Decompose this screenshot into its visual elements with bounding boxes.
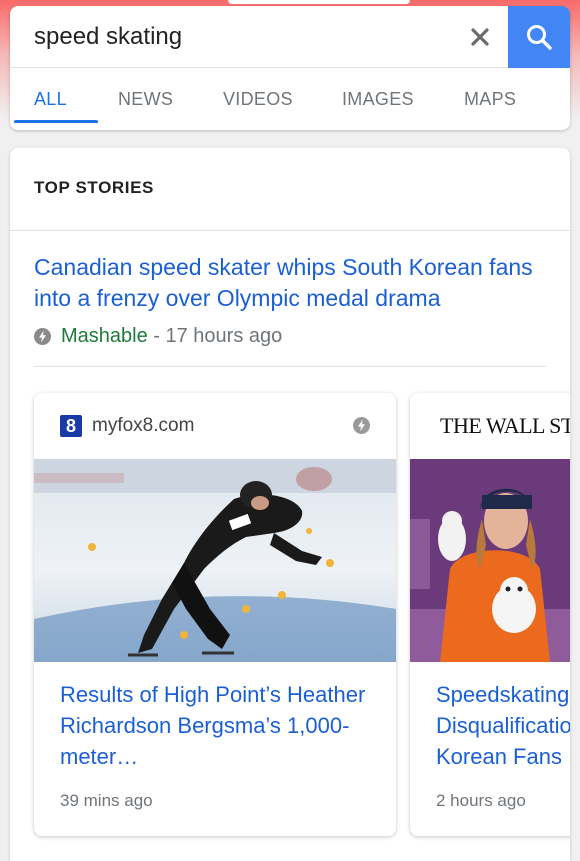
card-publisher-row: THE WALL STREE bbox=[410, 393, 570, 459]
story-title[interactable]: Speedskating Disqualificatio Korean Fans bbox=[436, 679, 570, 772]
story-title[interactable]: Results of High Point’s Heather Richards… bbox=[60, 679, 380, 772]
tab-videos[interactable]: VIDEOS bbox=[223, 68, 293, 130]
story-time: 2 hours ago bbox=[436, 791, 526, 810]
tab-news[interactable]: NEWS bbox=[118, 68, 173, 130]
skaters-podium-photo bbox=[410, 459, 570, 662]
clear-button[interactable] bbox=[464, 21, 496, 53]
top-stories-header: TOP STORIES bbox=[10, 148, 570, 231]
lead-story-headline[interactable]: Canadian speed skater whips South Korean… bbox=[34, 252, 554, 314]
source-name[interactable]: Mashable bbox=[61, 325, 148, 348]
top-notch bbox=[228, 0, 410, 4]
amp-bolt-icon bbox=[353, 417, 370, 434]
search-icon bbox=[527, 25, 552, 50]
story-title-line: Disqualificatio bbox=[436, 713, 570, 738]
speed-skater-photo bbox=[34, 459, 396, 662]
lead-story-source: Mashable - 17 hours ago bbox=[34, 324, 282, 348]
tab-images[interactable]: IMAGES bbox=[342, 68, 414, 130]
divider bbox=[34, 366, 546, 367]
publisher-logo: 8 bbox=[60, 415, 82, 437]
source-time: - 17 hours ago bbox=[147, 324, 283, 347]
search-card: ALL NEWS VIDEOS IMAGES MAPS bbox=[10, 6, 570, 130]
top-stories-title: TOP STORIES bbox=[34, 178, 154, 197]
active-tab-indicator bbox=[14, 120, 98, 123]
search-input[interactable] bbox=[34, 20, 454, 54]
story-title-line: Speedskating bbox=[436, 682, 570, 707]
story-image bbox=[410, 459, 570, 662]
top-stories-card: TOP STORIES Canadian speed skater whips … bbox=[10, 148, 570, 861]
publisher-name: THE WALL STREE bbox=[440, 413, 570, 438]
story-card[interactable]: 8 myfox8.com Results of High Point’s Hea… bbox=[34, 393, 396, 836]
search-button[interactable] bbox=[508, 6, 570, 68]
publisher-name: myfox8.com bbox=[92, 415, 195, 436]
tab-maps[interactable]: MAPS bbox=[464, 68, 516, 130]
story-title-line: Korean Fans bbox=[436, 744, 562, 769]
amp-bolt-icon bbox=[34, 327, 51, 345]
story-image bbox=[34, 459, 396, 662]
card-publisher-row: 8 myfox8.com bbox=[34, 393, 396, 459]
story-time: 39 mins ago bbox=[60, 791, 153, 810]
search-bar bbox=[10, 6, 570, 68]
story-card[interactable]: THE WALL STREE bbox=[410, 393, 570, 836]
close-icon bbox=[471, 28, 489, 46]
